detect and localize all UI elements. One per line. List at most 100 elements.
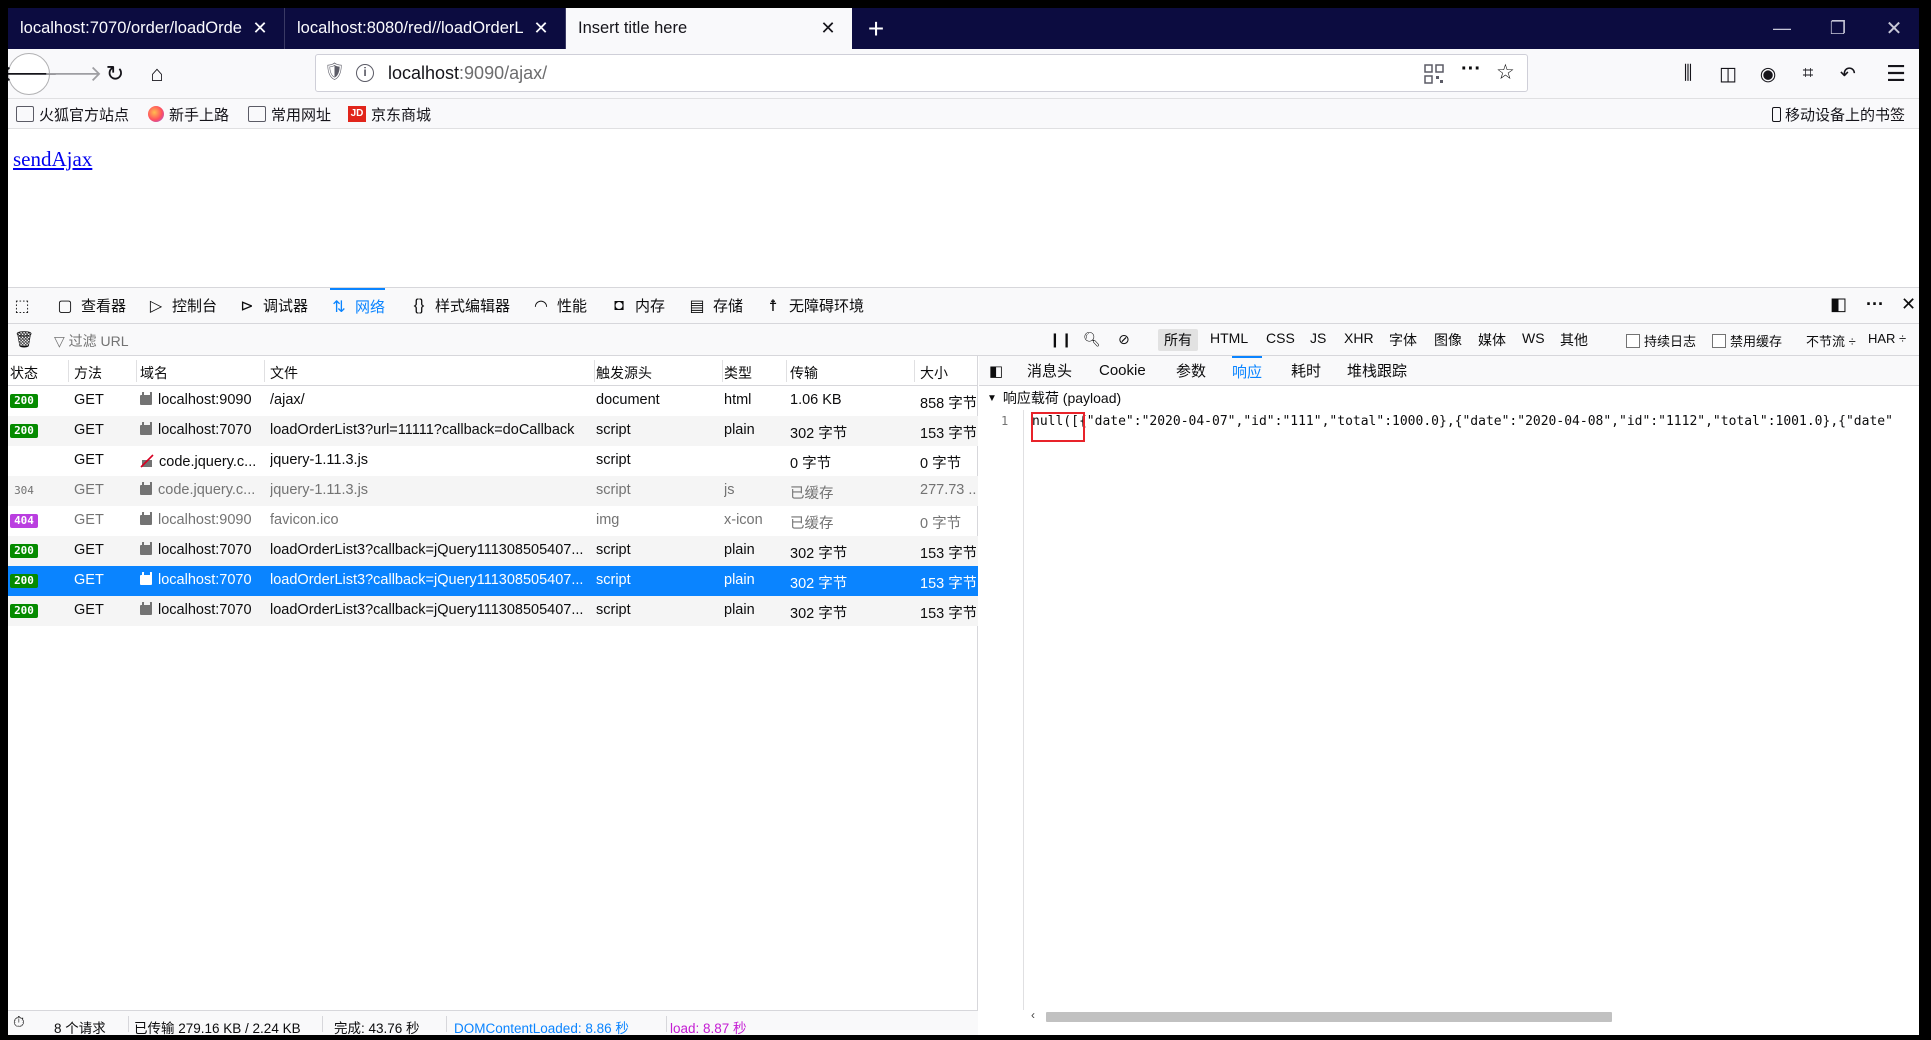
tab-loadorderlist-8080[interactable]: localhost:8080/red//loadOrderList3 ✕ (285, 8, 566, 49)
qr-code-icon[interactable] (1424, 64, 1444, 84)
bookmark-item[interactable]: 新手上路 (148, 103, 229, 125)
search-icon[interactable]: 🔍︎ (1083, 331, 1101, 348)
table-row[interactable]: 200 GET localhost:7070 loadOrderList3?callb… (8, 566, 978, 596)
filter-all[interactable]: 所有 (1158, 329, 1198, 351)
scroll-left-icon[interactable]: ‹ (1031, 1008, 1035, 1022)
minimize-icon[interactable]: — (1754, 8, 1810, 49)
table-row[interactable]: 200 GET localhost:7070 loadOrderList3?url=1… (8, 416, 978, 446)
triangle-down-icon: ▼ (987, 392, 997, 404)
tab-console[interactable]: ▷ 控制台 (147, 288, 217, 323)
shield-icon[interactable]: 🛡 (324, 62, 346, 82)
sidebar-toggle-icon[interactable]: ◧ (989, 356, 1003, 385)
filter-other[interactable]: 其他 (1554, 329, 1594, 351)
filter-js[interactable]: JS (1304, 329, 1332, 351)
filter-url-input[interactable]: ▽ 过滤 URL (54, 331, 129, 351)
col-domain[interactable]: 域名 (140, 363, 168, 383)
tab-network[interactable]: ⇅ 网络 (330, 288, 386, 323)
col-type[interactable]: 类型 (724, 363, 752, 383)
page-actions-icon[interactable]: ··· (1461, 58, 1481, 81)
tab-timings[interactable]: 耗时 (1291, 356, 1321, 385)
url-bar[interactable]: 🛡 i localhost:9090/ajax/ ··· ☆ (315, 54, 1528, 92)
block-icon[interactable]: ⊘ (1118, 331, 1130, 348)
col-cause[interactable]: 触发源头 (596, 363, 652, 383)
filter-xhr[interactable]: XHR (1338, 329, 1380, 351)
window-close-icon[interactable]: ✕ (1866, 8, 1919, 49)
payload-section-header[interactable]: ▼ 响应载荷 (payload) (979, 386, 1919, 410)
cell-domain: localhost:9090 (140, 392, 252, 408)
forward-button[interactable]: 🡒 (44, 57, 103, 91)
bookmark-item[interactable]: JD 京东商城 (348, 103, 431, 125)
new-tab-button[interactable]: + (856, 8, 896, 49)
url-text[interactable]: localhost:9090/ajax/ (388, 63, 547, 84)
bookmark-item[interactable]: 火狐官方站点 (16, 103, 129, 125)
undo-icon[interactable]: ↶ (1832, 58, 1864, 90)
library-icon[interactable]: ⫼ (1672, 58, 1704, 90)
tab-inspector[interactable]: ▢ 查看器 (56, 288, 126, 323)
home-button[interactable]: ⌂ (140, 57, 174, 91)
horizontal-scrollbar[interactable]: ‹ (1029, 1008, 1909, 1024)
tab-headers[interactable]: 消息头 (1027, 356, 1072, 385)
payload-label: 响应载荷 (payload) (1002, 390, 1122, 406)
tab-memory[interactable]: ◘ 内存 (610, 288, 665, 323)
persist-logs-checkbox[interactable]: 持续日志 (1626, 331, 1696, 350)
tab-response[interactable]: 响应 (1232, 356, 1263, 385)
cell-transferred: 302 字节 (790, 426, 848, 442)
tab-accessibility[interactable]: ☨ 无障碍环境 (764, 288, 864, 323)
element-picker-icon[interactable]: ⬚ (13, 288, 38, 323)
col-transferred[interactable]: 传输 (790, 363, 818, 383)
filter-fonts[interactable]: 字体 (1383, 329, 1423, 351)
close-icon[interactable]: ✕ (818, 18, 838, 39)
tab-stack-trace[interactable]: 堆栈跟踪 (1347, 356, 1407, 385)
send-ajax-link[interactable]: sendAjax (13, 147, 92, 172)
tab-performance[interactable]: ◠ 性能 (532, 288, 587, 323)
response-code[interactable]: null([{"date":"2020-04-07","id":"111","t… (1032, 414, 1893, 429)
tab-cookie[interactable]: Cookie (1099, 356, 1146, 385)
col-file[interactable]: 文件 (270, 363, 298, 383)
tab-insert-title[interactable]: Insert title here ✕ (566, 8, 852, 49)
filter-html[interactable]: HTML (1204, 329, 1254, 351)
account-icon[interactable]: ◉ (1752, 58, 1784, 90)
table-row[interactable]: 304 GET code.jquery.c... jquery-1.11.3.js sc… (8, 476, 978, 506)
trash-icon[interactable]: 🗑 (14, 330, 34, 350)
info-icon[interactable]: i (356, 64, 374, 82)
screenshot-icon[interactable]: ⌗ (1792, 58, 1824, 90)
sidebar-icon[interactable]: ◫ (1712, 58, 1744, 90)
filter-media[interactable]: 媒体 (1472, 329, 1512, 351)
col-status[interactable]: 状态 (10, 363, 38, 383)
tab-loadorderlist-7070[interactable]: localhost:7070/order/loadOrderList3?url=… (8, 8, 285, 49)
reload-button[interactable]: ↻ (98, 57, 132, 91)
close-icon[interactable]: ✕ (250, 18, 270, 39)
dock-icon[interactable]: ◧ (1830, 294, 1847, 315)
more-options-icon[interactable]: ··· (1866, 294, 1884, 315)
mobile-bookmarks[interactable]: 移动设备上的书签 (1772, 103, 1905, 125)
hamburger-menu-icon[interactable]: ☰ (1880, 58, 1912, 90)
tab-storage[interactable]: ▤ 存储 (688, 288, 743, 323)
cell-cause: script (596, 482, 631, 498)
col-method[interactable]: 方法 (74, 363, 102, 383)
scrollbar-thumb[interactable] (1046, 1012, 1612, 1022)
filter-css[interactable]: CSS (1260, 329, 1301, 351)
checkbox[interactable] (1712, 333, 1726, 348)
cell-cause: document (596, 392, 660, 408)
table-row[interactable]: 200 GET localhost:7070 loadOrderList3?callb… (8, 536, 978, 566)
tab-style-editor[interactable]: {} 样式编辑器 (410, 288, 510, 323)
tab-params[interactable]: 参数 (1176, 356, 1206, 385)
table-row[interactable]: GET code.jquery.c... jquery-1.11.3.js scrip… (8, 446, 978, 476)
disable-cache-checkbox[interactable]: 禁用缓存 (1712, 331, 1782, 350)
filter-images[interactable]: 图像 (1428, 329, 1468, 351)
checkbox[interactable] (1626, 333, 1640, 348)
close-icon[interactable]: ✕ (531, 18, 551, 39)
bookmark-star-icon[interactable]: ☆ (1496, 60, 1515, 85)
restore-icon[interactable]: ❐ (1810, 8, 1866, 49)
har-menu[interactable]: HAR ÷ (1868, 331, 1906, 346)
pause-icon[interactable]: ❙❙ (1049, 331, 1072, 348)
throttle-select[interactable]: 不节流 ÷ (1806, 331, 1856, 350)
bookmark-item[interactable]: 常用网址 (248, 103, 331, 125)
table-row[interactable]: 404 GET localhost:9090 favicon.ico img x-icon… (8, 506, 978, 536)
devtools-close-icon[interactable]: ✕ (1901, 294, 1916, 315)
col-size[interactable]: 大小 (920, 363, 948, 383)
tab-debugger[interactable]: ⊳ 调试器 (238, 288, 308, 323)
table-row[interactable]: 200 GET localhost:9090/ajax/document html 1.… (8, 386, 978, 416)
filter-ws[interactable]: WS (1516, 329, 1551, 351)
table-row[interactable]: 200 GET localhost:7070 loadOrderList3?callb… (8, 596, 978, 626)
